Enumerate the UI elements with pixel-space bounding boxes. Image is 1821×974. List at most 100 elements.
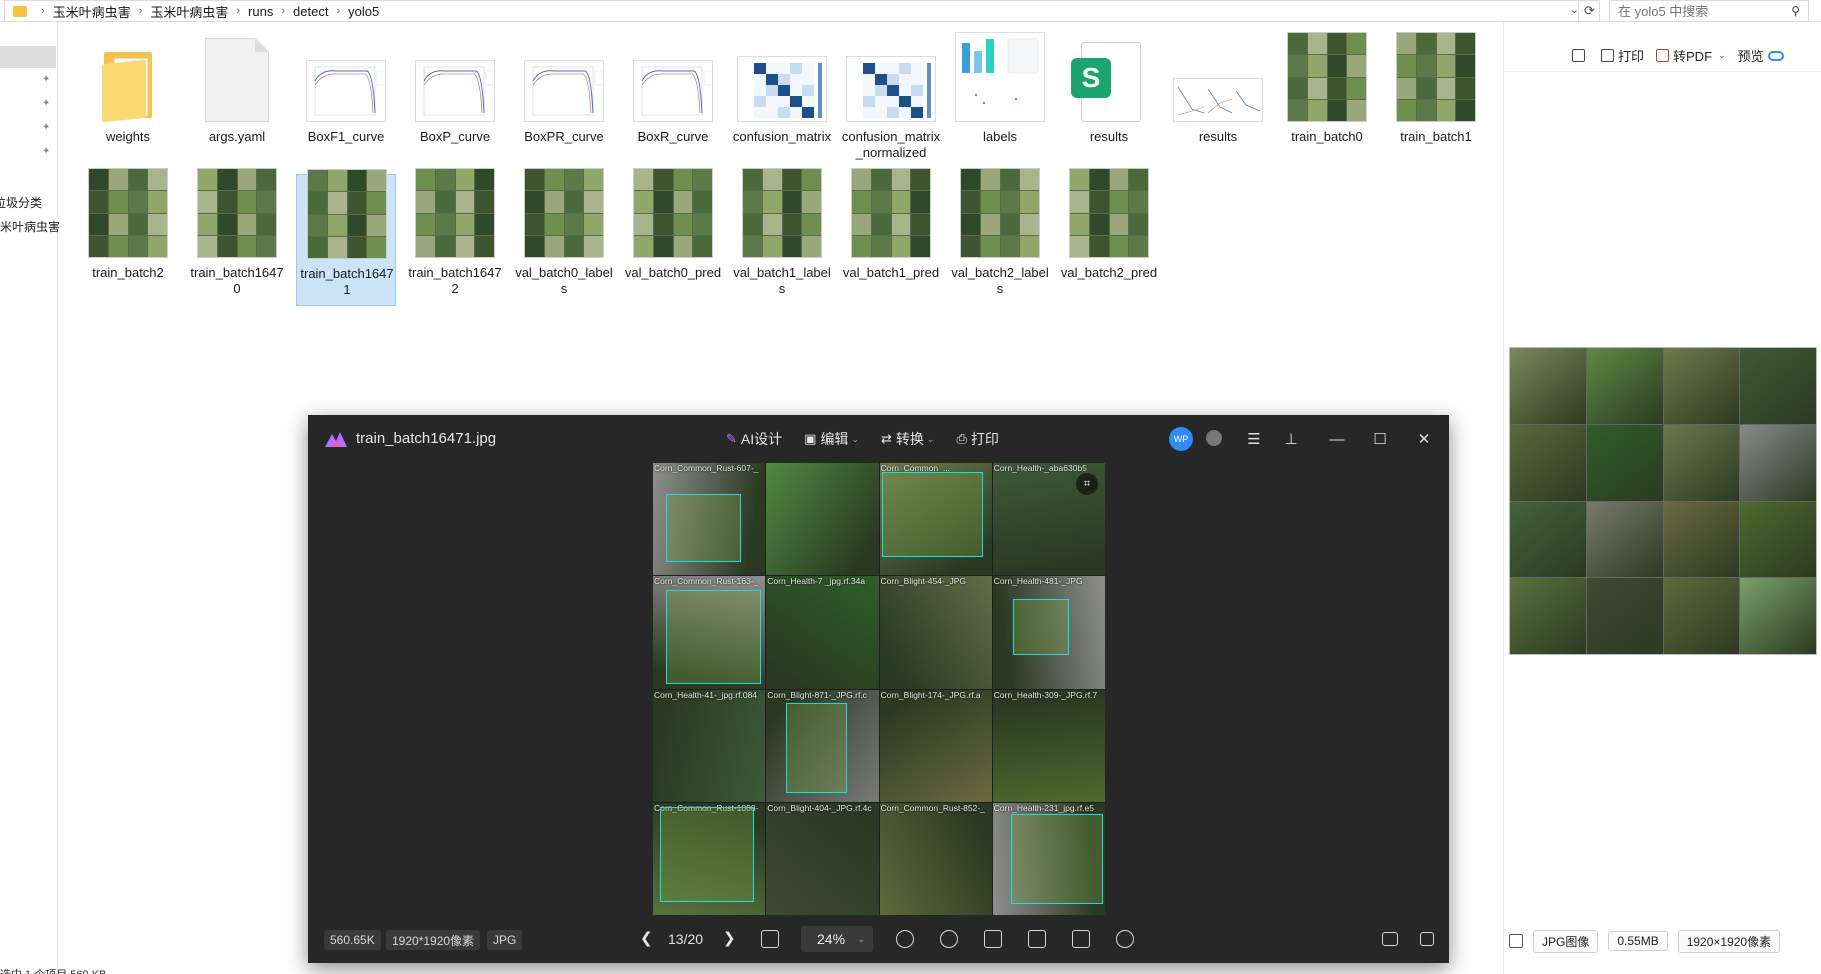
file-name: results (1089, 129, 1129, 144)
next-image-button[interactable]: ❯ (723, 929, 736, 947)
file-item-curve[interactable]: BoxR_curve (623, 38, 723, 170)
vip-badge-icon[interactable] (1206, 430, 1222, 446)
page-indicator: 13/20 (668, 931, 704, 947)
toggle-icon[interactable] (1767, 50, 1784, 61)
breadcrumb[interactable]: › 玉米叶病虫害 › 玉米叶病虫害 › runs › detect › yolo… (4, 0, 1600, 22)
file-item-sheet[interactable]: Sresults (1059, 38, 1159, 170)
preview-button[interactable]: 预览 (1738, 46, 1784, 65)
file-item-mosaic[interactable]: val_batch1_pred (841, 168, 941, 306)
file-item-conf[interactable]: confusion_matrix_normalized (841, 38, 941, 170)
bounding-box (1010, 813, 1103, 904)
rotate-left-icon[interactable] (984, 930, 1002, 948)
convert-button[interactable]: ⇄ 转换 ⌄ (881, 429, 934, 449)
chevron-right-icon[interactable]: › (41, 5, 45, 17)
nav-item-garbage[interactable]: 垃圾分类 (0, 194, 42, 211)
file-item-mosaic[interactable]: train_batch1 (1386, 32, 1486, 170)
breadcrumb-item[interactable]: detect (293, 4, 328, 19)
previous-image-button[interactable]: ❮ (640, 929, 653, 947)
file-item-folder[interactable]: weights (78, 38, 178, 170)
image-thumbnail (415, 168, 495, 258)
zoom-in-icon[interactable] (896, 930, 914, 948)
file-item-mosaic[interactable]: val_batch0_pred (623, 168, 723, 306)
printer-icon (1601, 49, 1614, 62)
file-item-labels[interactable]: labels (950, 32, 1050, 170)
print-button[interactable]: ⎙ 打印 (956, 429, 998, 449)
file-item-mosaic[interactable]: train_batch16471 (296, 169, 396, 306)
file-name: weights (105, 129, 151, 144)
file-item-curve[interactable]: BoxPR_curve (514, 38, 614, 170)
menu-icon[interactable]: ☰ (1243, 428, 1265, 450)
info-icon[interactable] (1509, 934, 1523, 948)
tile-label: Corn_Common_Rust-163-_ (654, 576, 759, 587)
preview-image[interactable] (1509, 347, 1817, 655)
file-name: val_batch0_labels (515, 265, 613, 296)
chart-thumbnail (633, 60, 713, 122)
refresh-button[interactable]: ⟳ (1578, 0, 1600, 22)
file-item-conf[interactable]: confusion_matrix (732, 38, 832, 170)
breadcrumb-item[interactable]: yolo5 (348, 4, 379, 19)
chevron-right-icon[interactable]: › (336, 5, 340, 17)
nav-item-selected[interactable] (0, 46, 56, 68)
image-canvas[interactable]: Corn_Common_Rust-607-_ Corn_Common_... Cor… (653, 463, 1105, 915)
file-item-mosaic[interactable]: train_batch16472 (405, 168, 505, 306)
to-pdf-button[interactable]: 转PDF ⌄ (1656, 46, 1726, 65)
file-item-results[interactable]: results (1168, 38, 1268, 170)
file-name: train_batch16471 (300, 266, 394, 297)
breadcrumb-item[interactable]: 玉米叶病虫害 (53, 2, 131, 21)
file-item-mosaic[interactable]: val_batch0_labels (514, 168, 614, 306)
search-field[interactable]: ⚲ (1609, 0, 1809, 22)
delete-icon[interactable] (1072, 930, 1090, 948)
print-button[interactable]: 打印 (1601, 46, 1644, 65)
original-size-icon[interactable] (761, 930, 779, 948)
nav-item-corn[interactable]: 玉米叶病虫害 (0, 218, 60, 235)
maximize-button[interactable]: ☐ (1369, 428, 1391, 450)
rotate-right-icon[interactable] (1028, 930, 1046, 948)
avatar[interactable]: WP (1169, 427, 1193, 451)
file-item-curve[interactable]: BoxP_curve (405, 38, 505, 170)
file-item-doc[interactable]: args.yaml (187, 38, 287, 170)
search-input[interactable] (1618, 3, 1778, 19)
chevron-right-icon[interactable]: › (236, 5, 240, 17)
tile-label: Corn_Blight-174-_JPG.rf.a (880, 689, 981, 700)
zoom-select[interactable]: 24% ⌄ (801, 926, 873, 952)
sidebar-toggle-icon[interactable] (1572, 49, 1589, 62)
file-item-mosaic[interactable]: val_batch2_pred (1059, 168, 1159, 306)
pane-divider[interactable] (1503, 22, 1504, 974)
chart-thumbnail (306, 60, 386, 122)
minimize-button[interactable]: — (1326, 428, 1348, 450)
chevron-right-icon[interactable]: › (139, 5, 143, 17)
chevron-down-icon[interactable]: ⌄ (1718, 50, 1726, 61)
info-icon[interactable] (1116, 930, 1134, 948)
search-icon[interactable]: ⚲ (1791, 4, 1800, 18)
tile-label: Corn_Health-231_jpg.rf.e5 (993, 802, 1094, 813)
ocr-icon[interactable]: ⌗ (1076, 473, 1098, 495)
edit-button[interactable]: ▣ 编辑 ⌄ (804, 429, 859, 449)
pin-icon[interactable]: ⊥ (1280, 428, 1302, 450)
file-thumbnail (415, 168, 495, 258)
file-name: BoxF1_curve (307, 129, 385, 144)
fullscreen-icon[interactable] (1420, 932, 1434, 946)
file-item-mosaic[interactable]: train_batch16470 (187, 168, 287, 306)
chevron-down-icon: ⌄ (926, 433, 935, 444)
tile-label: Corn_Health-309-_JPG.rf.7 (993, 689, 1098, 700)
zoom-out-icon[interactable] (940, 930, 958, 948)
file-item-mosaic[interactable]: train_batch2 (78, 168, 178, 306)
preview-tile (1586, 578, 1663, 654)
file-name: BoxPR_curve (524, 129, 604, 144)
file-name: BoxR_curve (637, 129, 709, 144)
file-item-curve[interactable]: BoxF1_curve (296, 38, 396, 170)
breadcrumb-item[interactable]: 玉米叶病虫害 (150, 2, 228, 21)
chevron-right-icon[interactable]: › (281, 5, 285, 17)
file-thumbnail (524, 168, 604, 258)
close-button[interactable]: ✕ (1413, 428, 1435, 450)
thumbnail-strip-icon[interactable] (1382, 932, 1398, 946)
image-thumbnail (633, 168, 713, 258)
breadcrumb-item[interactable]: runs (248, 4, 273, 19)
file-item-mosaic[interactable]: val_batch1_labels (732, 168, 832, 306)
file-item-mosaic[interactable]: train_batch0 (1277, 32, 1377, 170)
viewer-titlebar[interactable]: train_batch16471.jpg ✎ AI设计 ▣ 编辑 ⌄ ⇄ 转换 ⌄ ⎙ 打印… (308, 415, 1449, 463)
image-thumbnail (1396, 32, 1476, 122)
ai-design-button[interactable]: ✎ AI设计 (726, 429, 782, 449)
file-item-mosaic[interactable]: val_batch2_labels (950, 168, 1050, 306)
file-name: val_batch1_labels (733, 265, 831, 296)
